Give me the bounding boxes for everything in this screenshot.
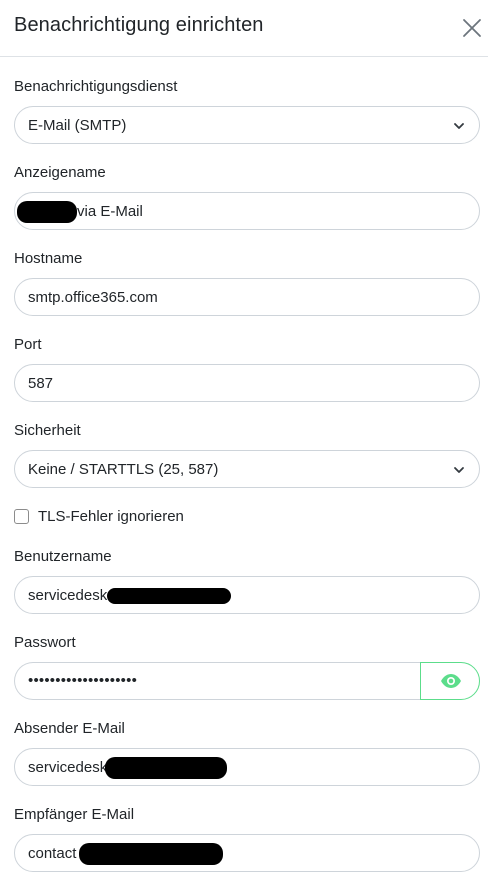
username-input[interactable]: servicedesk — [14, 576, 480, 614]
dialog-header: Benachrichtigung einrichten — [0, 0, 488, 57]
chevron-down-icon — [454, 123, 464, 129]
port-input[interactable]: 587 — [14, 364, 480, 402]
redacted-block — [105, 757, 227, 779]
hostname-label: Hostname — [14, 250, 83, 267]
port-value: 587 — [28, 375, 54, 392]
security-value: Keine / STARTTLS (25, 587) — [28, 461, 219, 478]
dialog-title: Benachrichtigung einrichten — [14, 14, 264, 36]
ignore-tls-checkbox[interactable] — [14, 509, 29, 524]
service-select[interactable]: E-Mail (SMTP) — [14, 106, 480, 144]
recipient-email-input[interactable]: contact — [14, 834, 480, 872]
password-label: Passwort — [14, 634, 76, 651]
recipient-value: contact — [28, 845, 77, 862]
hostname-value: smtp.office365.com — [28, 289, 158, 306]
password-input[interactable]: •••••••••••••••••••• — [14, 662, 422, 700]
port-label: Port — [14, 336, 42, 353]
ignore-tls-label[interactable]: TLS-Fehler ignorieren — [38, 508, 184, 525]
display-name-value: via E-Mail — [77, 203, 143, 220]
redacted-block — [79, 843, 223, 865]
redacted-block — [17, 201, 77, 223]
toggle-password-visibility-button[interactable] — [420, 662, 480, 700]
security-label: Sicherheit — [14, 422, 81, 439]
chevron-down-icon — [454, 467, 464, 473]
sender-email-input[interactable]: servicedesk — [14, 748, 480, 786]
service-value: E-Mail (SMTP) — [28, 117, 127, 134]
display-name-input[interactable]: via E-Mail — [14, 192, 480, 230]
display-name-label: Anzeigename — [14, 164, 106, 181]
sender-value: servicedesk — [28, 759, 108, 776]
security-select[interactable]: Keine / STARTTLS (25, 587) — [14, 450, 480, 488]
close-icon[interactable] — [460, 16, 484, 40]
hostname-input[interactable]: smtp.office365.com — [14, 278, 480, 316]
password-value: •••••••••••••••••••• — [28, 672, 138, 689]
service-label: Benachrichtigungsdienst — [14, 78, 178, 95]
username-value: servicedesk — [28, 587, 108, 604]
sender-label: Absender E-Mail — [14, 720, 125, 737]
eye-icon — [441, 674, 461, 688]
recipient-label: Empfänger E-Mail — [14, 806, 135, 823]
username-label: Benutzername — [14, 548, 112, 565]
redacted-block — [107, 588, 231, 604]
